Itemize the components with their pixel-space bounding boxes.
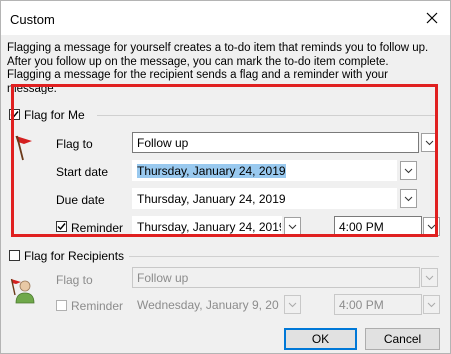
reminder-checkbox[interactable] — [56, 221, 67, 232]
reminder-time-value: 4:00 PM — [339, 220, 384, 234]
custom-dialog: Custom Flagging a message for yourself c… — [0, 0, 451, 354]
flag-to-combobox[interactable]: Follow up — [132, 132, 419, 153]
reminder-date-value: Thursday, January 24, 2019 — [137, 220, 282, 234]
flag-to-dropdown-button[interactable] — [421, 133, 438, 152]
cancel-button[interactable]: Cancel — [365, 328, 440, 350]
description-line: After you follow up on the message, you … — [7, 55, 389, 68]
reminder-date-dropdown-button[interactable] — [284, 217, 301, 236]
flag-for-recipients-separator — [129, 256, 439, 257]
checkmark-icon — [10, 111, 19, 119]
chevron-down-icon — [427, 224, 436, 229]
start-date-label: Start date — [56, 165, 109, 179]
description-line: Flagging a message for the recipient sen… — [7, 69, 388, 81]
reminder-time-dropdown-button[interactable] — [423, 217, 440, 236]
recipients-reminder-label: Reminder — [71, 299, 124, 313]
recipients-flag-to-dropdown-button[interactable] — [421, 268, 438, 287]
recipients-reminder-time-dropdown-button[interactable] — [423, 295, 440, 314]
reminder-time-combobox[interactable]: 4:00 PM — [334, 216, 422, 237]
recipients-reminder-time-value: 4:00 PM — [339, 298, 384, 312]
chevron-down-icon — [404, 168, 413, 173]
recipients-reminder-checkbox[interactable] — [56, 300, 67, 311]
reminder-label: Reminder — [71, 221, 124, 235]
flag-for-recipients-label: Flag for Recipients — [24, 249, 125, 263]
chevron-down-icon — [288, 224, 297, 229]
due-date-label: Due date — [56, 193, 105, 207]
recipients-reminder-date-value: Wednesday, January 9, 2019 — [137, 298, 280, 312]
chevron-down-icon — [425, 275, 434, 280]
recipients-flag-to-combobox[interactable]: Follow up — [132, 267, 420, 288]
flag-to-label: Flag to — [56, 137, 93, 151]
description-line: message. — [7, 82, 57, 95]
recipients-flag-to-label: Flag to — [56, 273, 93, 287]
dialog-title: Custom — [10, 12, 55, 27]
flag-to-value: Follow up — [137, 136, 189, 150]
due-date-dropdown-button[interactable] — [400, 189, 417, 208]
reminder-date-field[interactable]: Thursday, January 24, 2019 — [132, 216, 282, 237]
checkmark-icon — [57, 223, 66, 231]
close-button[interactable] — [421, 7, 443, 29]
red-flag-icon — [15, 135, 32, 161]
recipients-reminder-time-combobox[interactable]: 4:00 PM — [334, 294, 422, 315]
recipients-reminder-date-dropdown-button[interactable] — [284, 295, 301, 314]
due-date-value: Thursday, January 24, 2019 — [137, 192, 286, 206]
flag-for-recipients-checkbox[interactable] — [9, 250, 20, 261]
recipients-flag-to-value: Follow up — [137, 271, 189, 285]
ok-button[interactable]: OK — [284, 328, 357, 350]
start-date-value: Thursday, January 24, 2019 — [137, 164, 286, 178]
description-text: Flagging a message for yourself creates … — [7, 42, 447, 94]
cancel-button-label: Cancel — [383, 332, 422, 346]
chevron-down-icon — [288, 302, 297, 307]
start-date-dropdown-button[interactable] — [400, 161, 417, 180]
chevron-down-icon — [425, 140, 434, 145]
recipient-flag-icon — [10, 278, 35, 304]
recipients-reminder-date-field[interactable]: Wednesday, January 9, 2019 — [132, 294, 280, 315]
close-icon — [426, 12, 438, 24]
due-date-field[interactable]: Thursday, January 24, 2019 — [132, 188, 397, 209]
title-bar: Custom — [1, 1, 450, 35]
chevron-down-icon — [427, 302, 436, 307]
flag-for-me-checkbox[interactable] — [9, 109, 20, 120]
flag-for-me-label: Flag for Me — [24, 108, 85, 122]
ok-button-label: OK — [311, 332, 330, 346]
flag-for-me-separator — [97, 115, 438, 116]
chevron-down-icon — [404, 196, 413, 201]
start-date-field[interactable]: Thursday, January 24, 2019 — [132, 160, 397, 181]
description-line: Flagging a message for yourself creates … — [7, 42, 429, 54]
